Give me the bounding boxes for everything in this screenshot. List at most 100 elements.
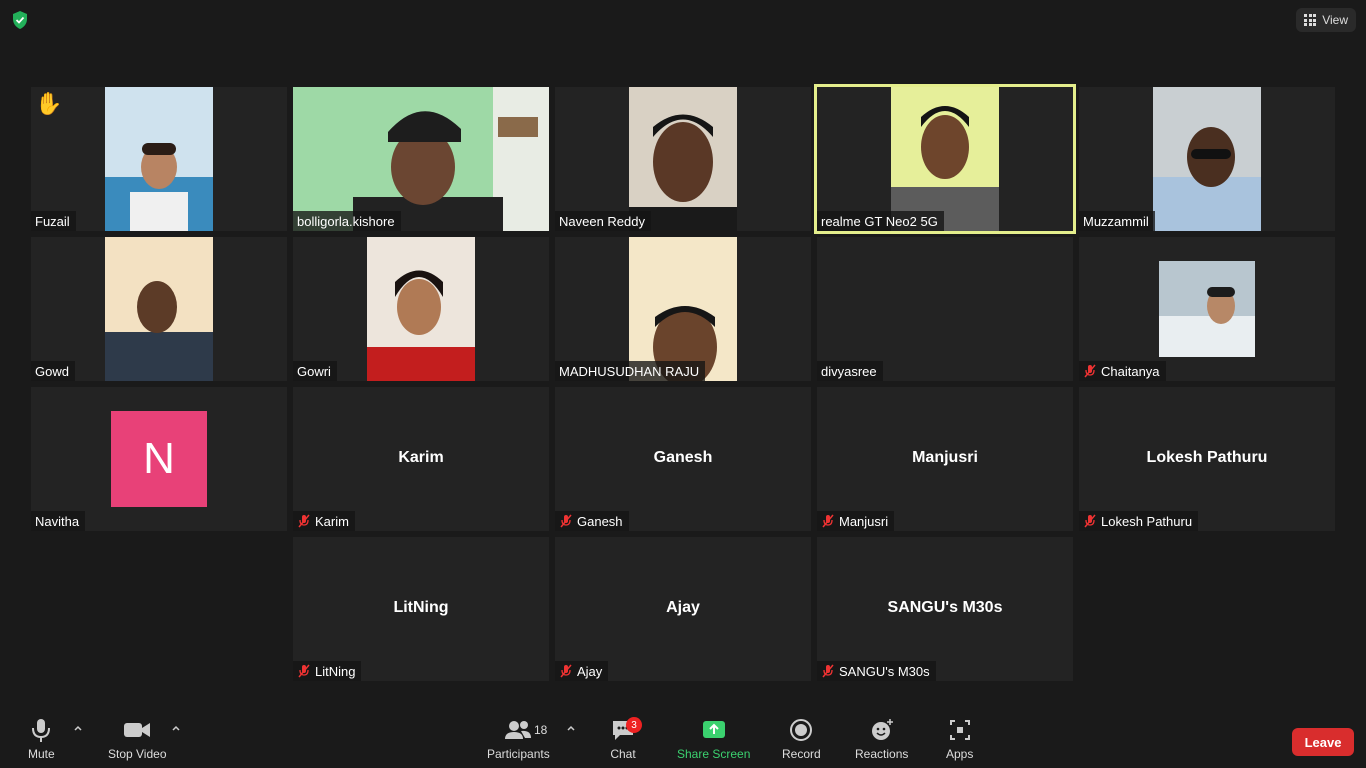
- participant-name: realme GT Neo2 5G: [821, 213, 938, 229]
- record-label: Record: [782, 747, 821, 761]
- video-feed: [891, 87, 999, 231]
- video-feed: [105, 87, 213, 231]
- participant-tile-ganesh[interactable]: Ganesh Ganesh: [555, 387, 811, 531]
- avatar: N: [111, 411, 207, 507]
- apps-button[interactable]: Apps: [946, 717, 973, 765]
- video-camera-icon: [124, 723, 151, 737]
- participant-name: MADHUSUDHAN RAJU: [559, 363, 700, 379]
- participant-name: bolligorla.kishore: [297, 213, 395, 229]
- chat-unread-badge: 3: [626, 717, 642, 733]
- muted-mic-icon: [1084, 514, 1096, 528]
- name-label: Naveen Reddy: [555, 211, 651, 231]
- participant-tile-ajay[interactable]: Ajay Ajay: [555, 537, 811, 681]
- participant-name: Muzzammil: [1083, 213, 1149, 229]
- participant-tile-divyasree[interactable]: divyasree: [817, 237, 1073, 381]
- video-feed: [629, 87, 737, 231]
- muted-mic-icon: [822, 514, 834, 528]
- view-label: View: [1322, 13, 1348, 27]
- name-label: Muzzammil: [1079, 211, 1155, 231]
- participant-tile-karim[interactable]: Karim Karim: [293, 387, 549, 531]
- record-button[interactable]: Record: [782, 717, 821, 765]
- name-label: Manjusri: [817, 511, 895, 531]
- grid-icon: [1304, 14, 1317, 26]
- display-name: SANGU's M30s: [887, 599, 1003, 616]
- participant-tile-lokesh-pathuru[interactable]: Lokesh Pathuru Lokesh Pathuru: [1079, 387, 1335, 531]
- leave-button[interactable]: Leave: [1292, 728, 1354, 756]
- participant-tile-gowd[interactable]: Gowd: [31, 237, 287, 381]
- participant-name: Karim: [315, 513, 349, 529]
- display-name: Karim: [398, 449, 444, 466]
- participant-tile-madhusudhan-raju[interactable]: MADHUSUDHAN RAJU: [555, 237, 811, 381]
- participant-tile-litning[interactable]: LitNing LitNing: [293, 537, 549, 681]
- muted-mic-icon: [298, 514, 310, 528]
- reactions-button[interactable]: Reactions: [855, 717, 908, 765]
- mute-label: Mute: [28, 747, 55, 761]
- participants-count: 18: [534, 723, 548, 737]
- name-label: SANGU's M30s: [817, 661, 936, 681]
- stop-video-button[interactable]: Stop Video: [108, 717, 167, 765]
- apps-icon: [949, 720, 970, 740]
- participant-name: Lokesh Pathuru: [1101, 513, 1193, 529]
- raised-hand-icon: ✋: [35, 91, 63, 116]
- name-label: LitNing: [293, 661, 362, 681]
- video-options-caret-icon[interactable]: [171, 723, 181, 733]
- name-label: bolligorla.kishore: [293, 211, 401, 231]
- name-label: Karim: [293, 511, 355, 531]
- participants-label: Participants: [487, 747, 550, 761]
- muted-mic-icon: [298, 664, 310, 678]
- microphone-icon: [32, 719, 51, 742]
- muted-mic-icon: [560, 514, 572, 528]
- meeting-toolbar: Mute Stop Video Participants 18 Chat 3 S…: [0, 705, 1366, 768]
- participant-name: divyasree: [821, 363, 877, 379]
- video-feed: [367, 237, 475, 381]
- display-name: LitNing: [393, 599, 449, 616]
- security-shield-icon[interactable]: [10, 10, 30, 30]
- video-feed: [1153, 87, 1261, 231]
- participant-name: Naveen Reddy: [559, 213, 645, 229]
- participant-tile-realme-gt-neo2-5g[interactable]: realme GT Neo2 5G: [814, 84, 1076, 234]
- stop-video-label: Stop Video: [108, 747, 167, 761]
- participant-name: Gowd: [35, 363, 69, 379]
- share-screen-button[interactable]: Share Screen: [677, 717, 750, 765]
- participant-name: Manjusri: [839, 513, 889, 529]
- participant-name: Navitha: [35, 513, 80, 529]
- participant-tile-muzzammil[interactable]: Muzzammil: [1079, 87, 1335, 231]
- reactions-label: Reactions: [855, 747, 909, 761]
- participant-tile-gowri[interactable]: Gowri: [293, 237, 549, 381]
- apps-label: Apps: [946, 747, 974, 761]
- name-label: Ganesh: [555, 511, 629, 531]
- display-name: Lokesh Pathuru: [1146, 449, 1268, 466]
- participants-options-caret-icon[interactable]: [566, 723, 576, 733]
- share-screen-label: Share Screen: [677, 747, 751, 761]
- video-feed: [629, 237, 737, 381]
- muted-mic-icon: [560, 664, 572, 678]
- participant-tile-navitha[interactable]: N Navitha: [31, 387, 287, 531]
- participant-name: SANGU's M30s: [839, 663, 930, 679]
- name-label: MADHUSUDHAN RAJU: [555, 361, 706, 381]
- muted-mic-icon: [1084, 364, 1096, 378]
- participant-tile-sangus-m30s[interactable]: SANGU's M30s SANGU's M30s: [817, 537, 1073, 681]
- participant-tile-fuzail[interactable]: ✋ Fuzail: [31, 87, 287, 231]
- participant-name: Ajay: [577, 663, 603, 679]
- participants-icon: [505, 721, 532, 739]
- audio-options-caret-icon[interactable]: [73, 723, 83, 733]
- profile-picture: [1159, 261, 1255, 357]
- name-label: Fuzail: [31, 211, 76, 231]
- participant-name: Ganesh: [577, 513, 623, 529]
- participant-name: LitNing: [315, 663, 356, 679]
- participant-tile-manjusri[interactable]: Manjusri Manjusri: [817, 387, 1073, 531]
- name-label: Gowri: [293, 361, 337, 381]
- display-name: Ganesh: [653, 449, 713, 466]
- participant-tile-naveen-reddy[interactable]: Naveen Reddy: [555, 87, 811, 231]
- display-name: Manjusri: [912, 449, 978, 466]
- mute-button[interactable]: Mute: [28, 717, 55, 765]
- display-name: Ajay: [666, 599, 700, 616]
- reactions-smiley-icon: [871, 719, 893, 740]
- participant-tile-chaitanya[interactable]: Chaitanya: [1079, 237, 1335, 381]
- name-label: realme GT Neo2 5G: [817, 211, 944, 231]
- view-button[interactable]: View: [1296, 8, 1356, 32]
- name-label: Navitha: [31, 511, 86, 531]
- record-icon: [790, 719, 813, 741]
- participant-tile-bolligorla-kishore[interactable]: bolligorla.kishore: [293, 87, 549, 231]
- muted-mic-icon: [822, 664, 834, 678]
